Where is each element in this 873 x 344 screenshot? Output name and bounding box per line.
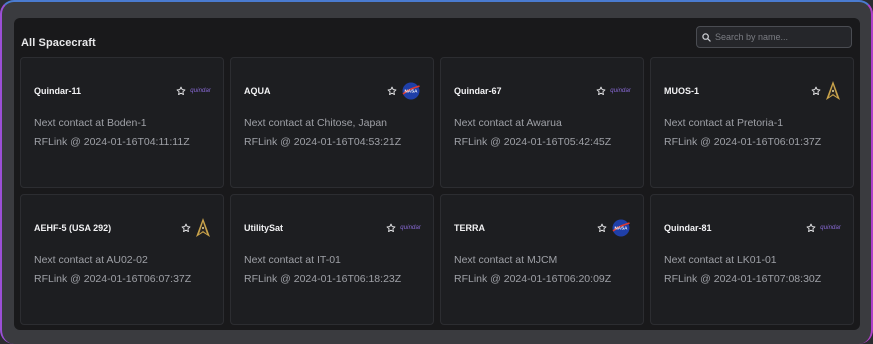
- next-contact-text: Next contact at Pretoria-1: [664, 117, 784, 129]
- star-icon[interactable]: [597, 223, 607, 233]
- spacecraft-card-quindar-11[interactable]: Quindar-11 quindar Next contact at Boden…: [20, 57, 224, 188]
- nasa-logo: NASA: [611, 218, 631, 238]
- spacecraft-grid: Quindar-11 quindar Next contact at Boden…: [20, 57, 854, 325]
- space-force-logo: [195, 217, 211, 239]
- rflink-text: RFLink @ 2024-01-16T04:53:21Z: [244, 136, 402, 148]
- star-icon[interactable]: [806, 223, 816, 233]
- spacecraft-name: MUOS-1: [664, 86, 700, 96]
- next-contact-text: Next contact at Boden-1: [34, 117, 147, 129]
- rflink-text: RFLink @ 2024-01-16T07:08:30Z: [664, 273, 822, 285]
- star-icon[interactable]: [811, 86, 821, 96]
- spacecraft-name: Quindar-67: [454, 86, 502, 96]
- rflink-text: RFLink @ 2024-01-16T04:11:11Z: [34, 136, 190, 148]
- next-contact-text: Next contact at Chitose, Japan: [244, 117, 387, 129]
- star-icon[interactable]: [387, 86, 397, 96]
- rflink-text: RFLink @ 2024-01-16T06:07:37Z: [34, 273, 192, 285]
- rflink-text: RFLink @ 2024-01-16T06:01:37Z: [664, 136, 822, 148]
- quindar-logo: quindar: [400, 225, 421, 231]
- search-input[interactable]: [715, 32, 845, 42]
- next-contact-text: Next contact at LK01-01: [664, 254, 777, 266]
- page-title: All Spacecraft: [21, 37, 96, 49]
- next-contact-text: Next contact at IT-01: [244, 254, 341, 266]
- star-icon[interactable]: [181, 223, 191, 233]
- search-icon: [702, 32, 711, 42]
- spacecraft-name: Quindar-11: [34, 86, 82, 96]
- rflink-text: RFLink @ 2024-01-16T06:20:09Z: [454, 273, 612, 285]
- spacecraft-name: TERRA: [454, 223, 485, 233]
- star-icon[interactable]: [176, 86, 186, 96]
- nasa-logo: NASA: [401, 81, 421, 101]
- spacecraft-panel: All Spacecraft Quindar-11 quindar: [14, 18, 860, 330]
- next-contact-text: Next contact at MJCM: [454, 254, 558, 266]
- rflink-text: RFLink @ 2024-01-16T05:42:45Z: [454, 136, 612, 148]
- quindar-logo: quindar: [190, 88, 211, 94]
- spacecraft-name: UtilitySat: [244, 223, 284, 233]
- spacecraft-card-quindar-81[interactable]: Quindar-81 quindar Next contact at LK01-…: [650, 194, 854, 325]
- app-window: All Spacecraft Quindar-11 quindar: [0, 0, 873, 344]
- spacecraft-card-aqua[interactable]: AQUA NASA Next contact at Chitose, Japan: [230, 57, 434, 188]
- star-icon[interactable]: [386, 223, 396, 233]
- quindar-logo: quindar: [610, 88, 631, 94]
- spacecraft-name: AEHF-5 (USA 292): [34, 223, 112, 233]
- star-icon[interactable]: [596, 86, 606, 96]
- space-force-logo: [825, 80, 841, 102]
- next-contact-text: Next contact at AU02-02: [34, 254, 148, 266]
- spacecraft-name: Quindar-81: [664, 223, 712, 233]
- spacecraft-card-utilitysat[interactable]: UtilitySat quindar Next contact at IT-01…: [230, 194, 434, 325]
- rflink-text: RFLink @ 2024-01-16T06:18:23Z: [244, 273, 402, 285]
- spacecraft-card-quindar-67[interactable]: Quindar-67 quindar Next contact at Awaru…: [440, 57, 644, 188]
- search-box[interactable]: [696, 26, 852, 48]
- next-contact-text: Next contact at Awarua: [454, 117, 562, 129]
- spacecraft-card-muos-1[interactable]: MUOS-1 Next contact at Pretoria-1 RFLink…: [650, 57, 854, 188]
- spacecraft-card-aehf-5[interactable]: AEHF-5 (USA 292) Next contact at AU02-02: [20, 194, 224, 325]
- spacecraft-card-terra[interactable]: TERRA NASA Next contact at MJCM RFLink @…: [440, 194, 644, 325]
- quindar-logo: quindar: [820, 225, 841, 231]
- spacecraft-name: AQUA: [244, 86, 271, 96]
- svg-text:NASA: NASA: [614, 226, 628, 231]
- svg-text:NASA: NASA: [404, 89, 418, 94]
